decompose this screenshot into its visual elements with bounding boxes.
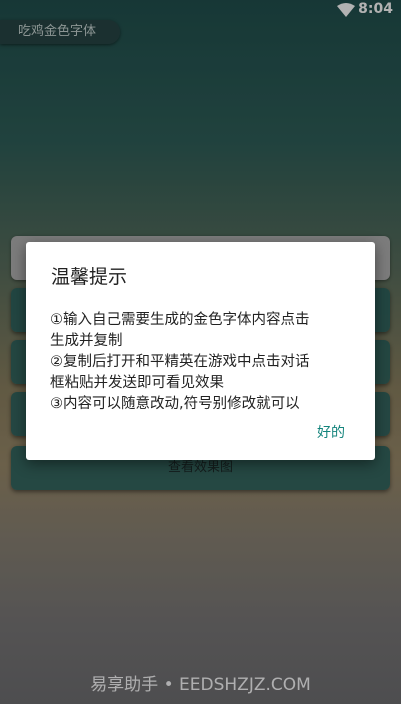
ok-button[interactable]: 好的 — [317, 422, 345, 442]
dialog-line: ③内容可以随意改动,符号别修改就可以 — [50, 396, 300, 412]
dialog-line: 框粘贴并发送即可看见效果 — [50, 375, 224, 391]
dialog-line: ②复制后打开和平精英在游戏中点击对话 — [50, 354, 310, 370]
dialog-line: ①输入自己需要生成的金色字体内容点击 — [50, 312, 310, 328]
dialog-title: 温馨提示 — [51, 266, 128, 288]
dialog-line: 生成并复制 — [50, 333, 123, 349]
watermark: 易享助手 • EEDSHZJZ.COM — [90, 675, 311, 695]
tips-dialog: 温馨提示 ①输入自己需要生成的金色字体内容点击 生成并复制 ②复制后打开和平精英… — [26, 242, 375, 460]
